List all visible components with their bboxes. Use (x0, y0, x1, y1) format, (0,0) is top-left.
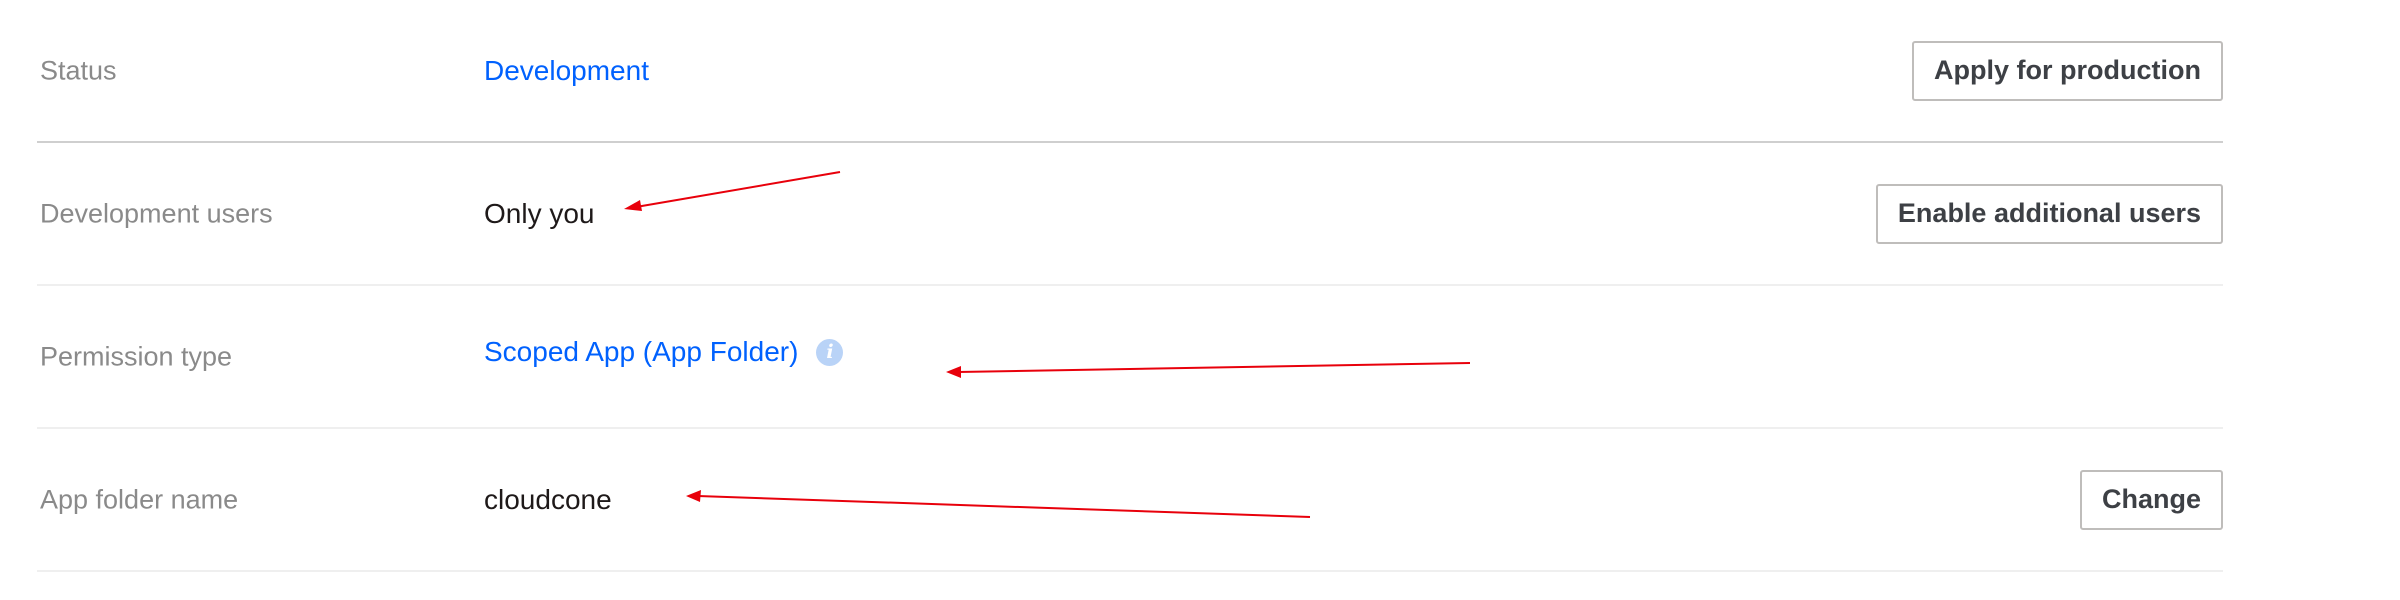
development-users-row: Development users Only you Enable additi… (37, 143, 2223, 286)
development-users-value: Only you (484, 197, 595, 229)
permission-type-row: Permission type Scoped App (App Folder) … (37, 286, 2223, 429)
info-icon[interactable]: i (816, 338, 844, 366)
enable-additional-users-button[interactable]: Enable additional users (1875, 183, 2223, 244)
app-folder-name-label: App folder name (40, 484, 239, 514)
status-row: Status Development Apply for production (37, 0, 2223, 143)
permission-type-value: Scoped App (App Folder) i (484, 336, 844, 368)
development-users-label: Development users (40, 198, 273, 228)
permission-type-link[interactable]: Scoped App (App Folder) (484, 336, 798, 368)
permission-type-label: Permission type (40, 341, 233, 371)
app-folder-name-value: cloudcone (484, 483, 612, 515)
status-value-link[interactable]: Development (484, 55, 649, 87)
app-settings-table: Status Development Apply for production … (37, 0, 2223, 572)
app-folder-name-row: App folder name cloudcone Change (37, 429, 2223, 572)
apply-for-production-button[interactable]: Apply for production (1912, 40, 2223, 101)
status-label: Status (40, 55, 117, 85)
change-folder-name-button[interactable]: Change (2079, 469, 2223, 530)
